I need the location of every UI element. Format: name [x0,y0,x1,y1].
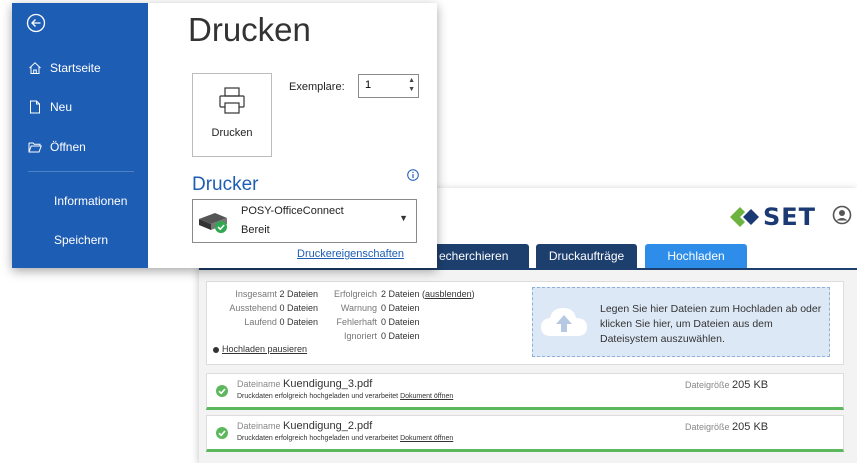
printer-heading: Drucker [192,174,259,195]
stat-total-value: 2 Dateien [279,289,318,299]
user-icon[interactable] [832,205,852,225]
stat-pending-label: Ausstehend [229,303,277,313]
nav-new-label: Neu [50,100,73,114]
file-row: Dateiname Kuendigung_3.pdf Druckdaten er… [206,373,844,410]
stat-error-value: 0 Dateien [381,317,420,327]
file-name-label: Dateiname [237,421,281,431]
tab-recherchieren-label: echerchieren [439,249,509,263]
stat-success-label: Erfolgreich [333,289,377,299]
sidebar-divider [28,171,134,172]
home-icon [29,62,41,74]
stat-total-label: Insgesamt [235,289,277,299]
file-size-value: 205 KB [732,379,769,391]
print-button-label: Drucken [211,127,253,139]
upload-dropzone[interactable]: Legen Sie hier Dateien zum Hochladen ab … [532,287,830,357]
print-pane: Drucken Drucken Exemplare: 1 ▲▼ Drucker [148,3,437,268]
file-status-text: Druckdaten erfolgreich hochgeladen und v… [237,435,399,442]
pause-upload-link[interactable]: Hochladen pausieren [213,344,307,354]
file-size-value: 205 KB [732,421,769,433]
file-size: Dateigröße 205 KB [685,379,768,391]
pause-upload-label: Hochladen pausieren [222,344,308,354]
file-status: Druckdaten erfolgreich hochgeladen und v… [237,435,453,442]
file-name-label: Dateiname [237,379,281,389]
stat-warning: 0 Dateien [381,303,420,313]
word-print-window: Startseite Neu Öffnen Informationen Spei… [12,3,437,268]
stat-pending: Ausstehend 0 Dateien [207,303,318,313]
open-document-link[interactable]: Dokument öffnen [400,393,453,400]
new-document-icon [30,100,40,114]
printer-status-icon [199,213,227,233]
stat-error-label: Fehlerhaft [336,317,377,327]
tab-recherchieren[interactable]: echerchieren [425,244,529,268]
open-folder-icon [28,142,42,153]
stat-ignored: 0 Dateien [381,331,420,341]
back-arrow-icon[interactable] [26,13,46,33]
pause-icon [213,346,219,353]
tabbar-divider [199,268,857,270]
upload-summary-panel: Insgesamt 2 Dateien Ausstehend 0 Dateien… [206,281,844,365]
hide-link[interactable]: ausblenden [425,289,472,299]
stat-ignored-label-cell: Ignoriert [319,331,377,341]
tab-hochladen-label: Hochladen [667,249,725,263]
tab-druckauftraege[interactable]: Druckaufträge [536,244,637,268]
copies-stepper[interactable]: 1 ▲ ▼ [358,74,419,98]
tab-druckauftraege-label: Druckaufträge [548,249,625,263]
nav-start-label: Startseite [50,61,101,75]
nav-new[interactable]: Neu [28,100,72,114]
dropdown-caret-icon: ▼ [399,213,408,223]
printer-name: POSY-OfficeConnect [241,205,344,217]
printer-select[interactable]: POSY-OfficeConnect Bereit ▼ [192,199,417,243]
copies-value: 1 [365,79,372,91]
nav-open[interactable]: Öffnen [28,140,86,154]
stat-success: 2 Dateien (ausblenden) [381,289,475,299]
stat-running-value: 0 Dateien [279,317,318,327]
file-status: Druckdaten erfolgreich hochgeladen und v… [237,393,453,400]
nav-save[interactable]: Speichern [54,233,108,247]
info-icon[interactable] [407,169,419,181]
stat-warning-label-cell: Warnung [319,303,377,313]
file-status-text: Druckdaten erfolgreich hochgeladen und v… [237,393,399,400]
stat-running: Laufend 0 Dateien [207,317,318,327]
nav-open-label: Öffnen [50,140,86,154]
check-circle-icon [216,427,228,439]
stat-warning-label: Warnung [340,303,377,313]
open-document-link[interactable]: Dokument öffnen [400,435,453,442]
stat-pending-value: 0 Dateien [279,303,318,313]
file-name-value: Kuendigung_3.pdf [283,378,373,390]
backstage-sidebar: Startseite Neu Öffnen Informationen Spei… [12,3,148,268]
stat-running-label: Laufend [244,317,277,327]
set-logo-text: SET [763,203,817,231]
stat-error: 0 Dateien [381,317,420,327]
check-circle-icon [216,385,228,397]
stat-total: Insgesamt 2 Dateien [207,289,318,299]
dropzone-text: Legen Sie hier Dateien zum Hochladen ab … [600,303,822,345]
printer-icon [219,87,245,114]
file-size-label: Dateigröße [685,380,730,390]
stat-ignored-value: 0 Dateien [381,331,420,341]
spinner-arrows-icon[interactable]: ▲ ▼ [408,76,415,94]
stat-warning-value: 0 Dateien [381,303,420,313]
stat-success-label-cell: Erfolgreich [319,289,377,299]
stat-ignored-label: Ignoriert [343,331,377,341]
set-logo[interactable]: SET [730,202,816,232]
file-size-label: Dateigröße [685,422,730,432]
stat-success-value: 2 Dateien [381,289,420,299]
printer-properties-link[interactable]: Druckereigenschaften [297,248,404,260]
nav-start[interactable]: Startseite [28,61,101,75]
file-size: Dateigröße 205 KB [685,421,768,433]
nav-info[interactable]: Informationen [54,194,127,208]
set-logo-icon [730,207,759,227]
copies-label: Exemplare: [289,81,345,93]
page-title: Drucken [188,11,311,48]
printer-status: Bereit [241,224,270,236]
file-row: Dateiname Kuendigung_2.pdf Druckdaten er… [206,415,844,452]
file-name-value: Kuendigung_2.pdf [283,420,373,432]
file-name: Dateiname Kuendigung_3.pdf [237,378,372,390]
tab-hochladen[interactable]: Hochladen [645,244,747,268]
stat-error-label-cell: Fehlerhaft [319,317,377,327]
cloud-upload-icon [541,308,587,336]
file-name: Dateiname Kuendigung_2.pdf [237,420,372,432]
print-button[interactable]: Drucken [192,73,272,157]
